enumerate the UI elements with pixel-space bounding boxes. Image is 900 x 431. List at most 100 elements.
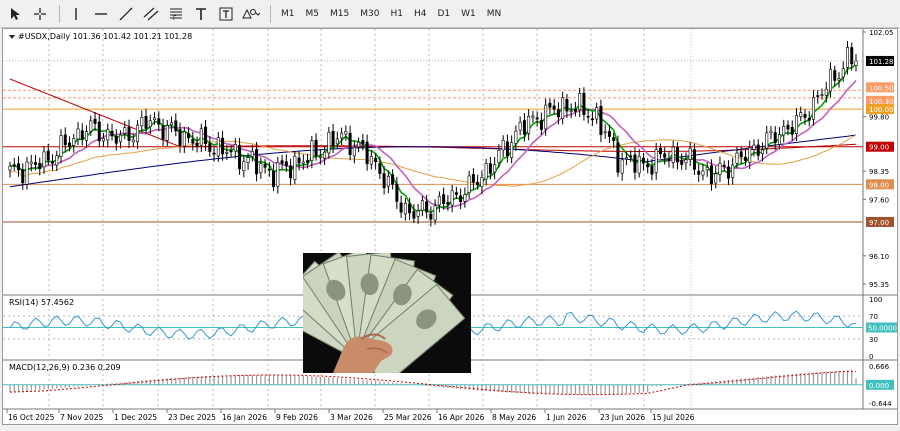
candle-body: [272, 170, 276, 187]
candle-body: [233, 144, 237, 152]
candle-body: [777, 134, 781, 145]
candle-body: [671, 146, 675, 163]
candle-body: [242, 161, 246, 171]
candle-body: [148, 120, 152, 127]
candle-body: [68, 142, 72, 147]
candle-body: [756, 144, 760, 156]
timeframe-buttons: M1 M5 M15 M30 H1 H4 D1 W1 MN: [276, 3, 507, 25]
candle-body: [769, 130, 773, 133]
candle-body: [544, 104, 548, 130]
candle-body: [395, 183, 399, 202]
trendline-icon[interactable]: [115, 3, 137, 25]
candle-body: [8, 165, 12, 171]
timeframe-m30-button[interactable]: M30: [355, 3, 384, 25]
candle-body: [582, 92, 586, 115]
crosshair-icon[interactable]: [29, 3, 51, 25]
candle-body: [654, 149, 658, 173]
timeframe-d1-button[interactable]: D1: [432, 3, 455, 25]
vertical-line-icon[interactable]: [65, 3, 87, 25]
candle-body: [127, 126, 131, 141]
candle-body: [522, 120, 526, 135]
candle-body: [38, 162, 42, 170]
candle-body: [144, 115, 148, 129]
candle-body: [140, 117, 144, 127]
candle-body: [293, 155, 297, 180]
candle-body: [854, 60, 858, 66]
price-label: 97.60: [869, 196, 889, 204]
candle-body: [408, 203, 412, 214]
time-label: 1 Dec 2025: [114, 413, 157, 422]
candle-body: [561, 97, 565, 119]
candle-body: [752, 144, 756, 150]
rsi-label: 70: [869, 313, 878, 321]
macd-signal-line: [9, 370, 857, 396]
candle-body: [548, 102, 552, 108]
candle-body: [675, 146, 679, 163]
timeframe-m5-button[interactable]: M5: [301, 3, 325, 25]
candle-body: [705, 167, 709, 171]
candle-body: [208, 143, 212, 152]
candle-body: [569, 110, 573, 112]
candle-body: [344, 131, 348, 135]
rsi-label: 50.0000: [868, 325, 897, 333]
candle-body: [136, 124, 140, 143]
candle-body: [484, 163, 488, 180]
candle-body: [25, 161, 29, 185]
candle-body: [552, 105, 556, 110]
candle-body: [442, 194, 446, 204]
candle-body: [403, 203, 407, 215]
candle-body: [726, 166, 730, 179]
candle-body: [527, 115, 531, 134]
time-label: 7 Nov 2025: [60, 413, 103, 422]
candle-body: [327, 132, 331, 154]
candle-body: [284, 161, 288, 167]
candle-body: [646, 164, 650, 168]
candle-body: [199, 128, 203, 146]
timeframe-h1-button[interactable]: H1: [385, 3, 408, 25]
candle-body: [89, 120, 93, 132]
timeframe-h4-button[interactable]: H4: [409, 3, 432, 25]
candle-body: [760, 149, 764, 155]
timeframe-m15-button[interactable]: M15: [325, 3, 354, 25]
candle-body: [820, 94, 824, 96]
candle-body: [335, 138, 339, 145]
horizontal-line-icon[interactable]: [90, 3, 112, 25]
fibonacci-icon[interactable]: F: [165, 3, 187, 25]
candle-body: [378, 163, 382, 174]
candle-body: [709, 165, 713, 185]
candle-body: [221, 137, 225, 155]
candle-body: [539, 119, 543, 130]
candle-body: [365, 141, 369, 165]
text-tool-icon[interactable]: [190, 3, 212, 25]
candle-body: [794, 115, 798, 134]
candle-body: [731, 164, 735, 178]
candle-body: [165, 125, 169, 141]
price-label: 102.05: [869, 29, 894, 37]
candle-body: [578, 93, 582, 110]
timeframe-mn-button[interactable]: MN: [482, 3, 507, 25]
timeframe-m1-button[interactable]: M1: [276, 3, 300, 25]
toolbar-separator: [59, 4, 60, 23]
macd-header: MACD(12,26,9) 0.236 0.209: [9, 363, 121, 372]
candle-body: [323, 151, 327, 159]
collapse-triangle-icon: [9, 35, 15, 39]
candle-body: [510, 142, 514, 158]
candle-body: [76, 128, 80, 140]
candle-body: [616, 142, 620, 173]
candle-body: [212, 152, 216, 155]
cursor-icon[interactable]: [4, 3, 26, 25]
shapes-icon[interactable]: [240, 3, 262, 25]
equidistant-channel-icon[interactable]: [140, 3, 162, 25]
candle-body: [514, 130, 518, 144]
candle-body: [420, 200, 424, 211]
candle-body: [131, 139, 135, 143]
time-label: 1 Jun 2026: [546, 413, 587, 422]
candle-body: [153, 117, 157, 121]
text-label-icon[interactable]: [215, 3, 237, 25]
timeframe-w1-button[interactable]: W1: [456, 3, 481, 25]
candle-body: [714, 173, 718, 184]
candle-body: [556, 109, 560, 118]
candle-body: [187, 133, 191, 139]
candle-body: [603, 131, 607, 134]
candle-body: [565, 99, 569, 112]
